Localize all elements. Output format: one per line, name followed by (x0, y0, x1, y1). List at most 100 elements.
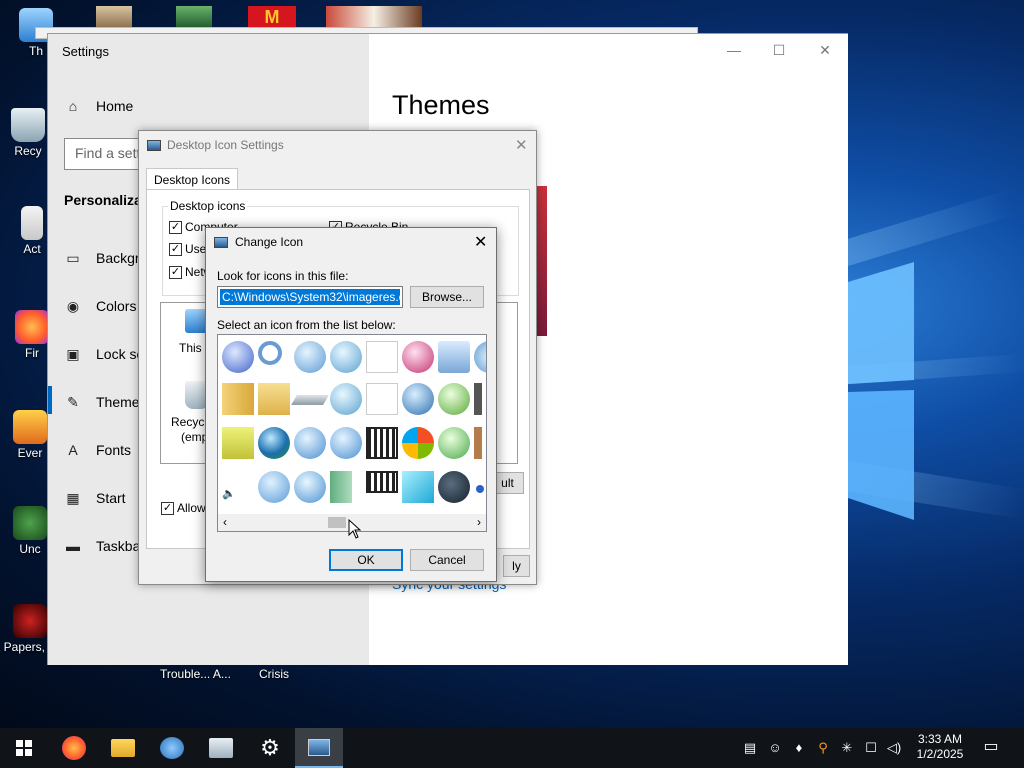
nav-colors[interactable]: ◉ Colors (64, 298, 137, 314)
scroll-left-icon[interactable]: ‹ (223, 515, 227, 529)
image-icon: ▭ (66, 250, 80, 266)
tray-monitor-icon[interactable]: ▤ (742, 740, 758, 756)
check-drive-icon[interactable] (330, 341, 362, 373)
globe-drive-icon[interactable] (402, 383, 434, 415)
mcdonalds-logo-icon[interactable]: M (248, 6, 296, 28)
partial-icon[interactable] (474, 383, 482, 415)
look-for-label: Look for icons in this file: (217, 269, 349, 283)
file-path-input[interactable]: C:\Windows\System32\imageres.dll (217, 286, 403, 308)
screen-drive-icon[interactable] (294, 427, 326, 459)
taskbar-firefox[interactable] (50, 728, 98, 768)
icon-list[interactable]: 🔈 ‹ › (217, 334, 487, 532)
film-icon[interactable] (366, 471, 398, 493)
home-icon: ⌂ (68, 98, 78, 114)
webcam-icon[interactable] (438, 471, 470, 503)
page-title: Themes (392, 90, 490, 120)
desktop-icon-unc[interactable]: Unc (8, 506, 52, 556)
drive-arrow-icon[interactable] (294, 471, 326, 503)
keyboard-icon[interactable] (291, 395, 329, 405)
clock-date: 1/2/2025 (916, 747, 964, 761)
taskbar: ⚙ ▤ ☺ ♦ ⚲ ✳ ☐ ◁) 3:33 AM 1/2/2025 ▭ (0, 728, 1024, 768)
taskbar-settings[interactable]: ⚙ (246, 728, 294, 768)
drive-icon[interactable] (294, 341, 326, 373)
apply-button[interactable]: ly (503, 555, 530, 577)
door-icon[interactable] (330, 471, 352, 503)
music-add-icon[interactable] (258, 471, 290, 503)
download-arrow-icon[interactable] (222, 427, 254, 459)
tray-people-icon[interactable]: ☺ (767, 740, 783, 756)
desktop-icon-ever[interactable]: Ever (8, 410, 52, 460)
taskbar-desktop-icon-settings[interactable] (295, 728, 343, 768)
key-icon[interactable] (402, 341, 434, 373)
cube-icon[interactable] (402, 471, 434, 503)
desktop-icon-top-4[interactable] (326, 6, 422, 28)
monitor-icon (308, 738, 330, 756)
zip-folder-icon[interactable] (222, 383, 254, 415)
close-icon[interactable]: ✕ (474, 232, 487, 252)
themes-icon: ✎ (67, 394, 79, 410)
scroll-thumb[interactable] (328, 517, 346, 528)
section-title: Personalizat (64, 192, 147, 208)
check-icon: ✓ (169, 220, 182, 234)
partial-icon[interactable] (474, 427, 482, 459)
taskbar-icon: ▬ (66, 538, 80, 554)
cancel-button[interactable]: Cancel (410, 549, 484, 571)
speaker-icon[interactable]: 🔈 (222, 487, 236, 501)
scroll-right-icon[interactable]: › (477, 515, 481, 529)
nav-themes[interactable]: ✎ Theme (64, 394, 139, 410)
minimize-icon[interactable]: — (724, 40, 744, 60)
film-strip-icon[interactable] (366, 427, 398, 459)
search-icon[interactable] (258, 341, 282, 365)
lock-screen-icon: ▣ (66, 346, 80, 362)
browse-button[interactable]: Browse... (410, 286, 484, 308)
windows-logo-wallpaper (848, 262, 914, 520)
globe-icon[interactable] (258, 427, 290, 459)
check-icon: ✓ (161, 501, 174, 515)
users-folder-icon[interactable] (258, 383, 290, 415)
partial-icon[interactable] (476, 485, 484, 493)
partial-icon[interactable] (474, 341, 486, 373)
nav-lock-screen[interactable]: ▣ Lock sc (64, 346, 143, 362)
select-icon-label: Select an icon from the list below: (217, 318, 396, 332)
picture-drive-icon[interactable] (438, 427, 470, 459)
document-drive-icon[interactable] (438, 383, 470, 415)
monitor-icon (214, 236, 228, 248)
network-computer-icon[interactable] (438, 341, 470, 373)
taskbar-control-panel[interactable] (197, 728, 245, 768)
close-icon[interactable]: ✕ (815, 40, 835, 60)
network-icon[interactable]: ☐ (863, 740, 879, 756)
close-icon[interactable]: ✕ (515, 136, 528, 154)
control-panel-icon (209, 738, 233, 758)
blank-icon[interactable] (366, 383, 398, 415)
desktop-icon-top-2[interactable] (176, 6, 212, 28)
taskbar-people[interactable] (148, 728, 196, 768)
nav-home[interactable]: ⌂ Home (64, 98, 134, 114)
blank-icon[interactable] (366, 341, 398, 373)
tray-snowflake-icon[interactable]: ✳ (839, 740, 855, 756)
desktop-icon-top-1[interactable] (96, 6, 132, 28)
people-icon (160, 737, 184, 759)
nav-start[interactable]: ▦ Start (64, 490, 125, 506)
fonts-icon: A (68, 442, 78, 458)
volume-icon[interactable]: ◁) (886, 740, 902, 756)
clock[interactable]: 3:33 AM 1/2/2025 (912, 732, 968, 762)
notification-icon[interactable]: ▭ (983, 739, 999, 755)
nav-taskbar[interactable]: ▬ Taskba (64, 538, 140, 554)
start-button[interactable] (0, 728, 48, 768)
start-icon: ▦ (66, 490, 80, 506)
tray-drop-icon[interactable]: ♦ (791, 740, 807, 756)
nav-fonts[interactable]: A Fonts (64, 442, 131, 458)
dvd-icon[interactable] (222, 341, 254, 373)
book-drive-icon[interactable] (330, 427, 362, 459)
tab-desktop-icons[interactable]: Desktop Icons (146, 168, 239, 190)
taskbar-file-explorer[interactable] (99, 728, 147, 768)
windows-logo-icon[interactable] (402, 427, 434, 459)
drive-check-icon[interactable] (330, 383, 362, 415)
nav-background[interactable]: ▭ Backgr (64, 250, 139, 266)
tray-search-icon[interactable]: ⚲ (815, 740, 831, 756)
palette-icon: ◉ (66, 298, 80, 314)
ok-button[interactable]: OK (329, 549, 403, 571)
clock-time: 3:33 AM (917, 732, 963, 746)
desktop-icon-recycle-bin[interactable]: Recy (6, 108, 50, 158)
maximize-icon[interactable]: ☐ (769, 40, 789, 60)
